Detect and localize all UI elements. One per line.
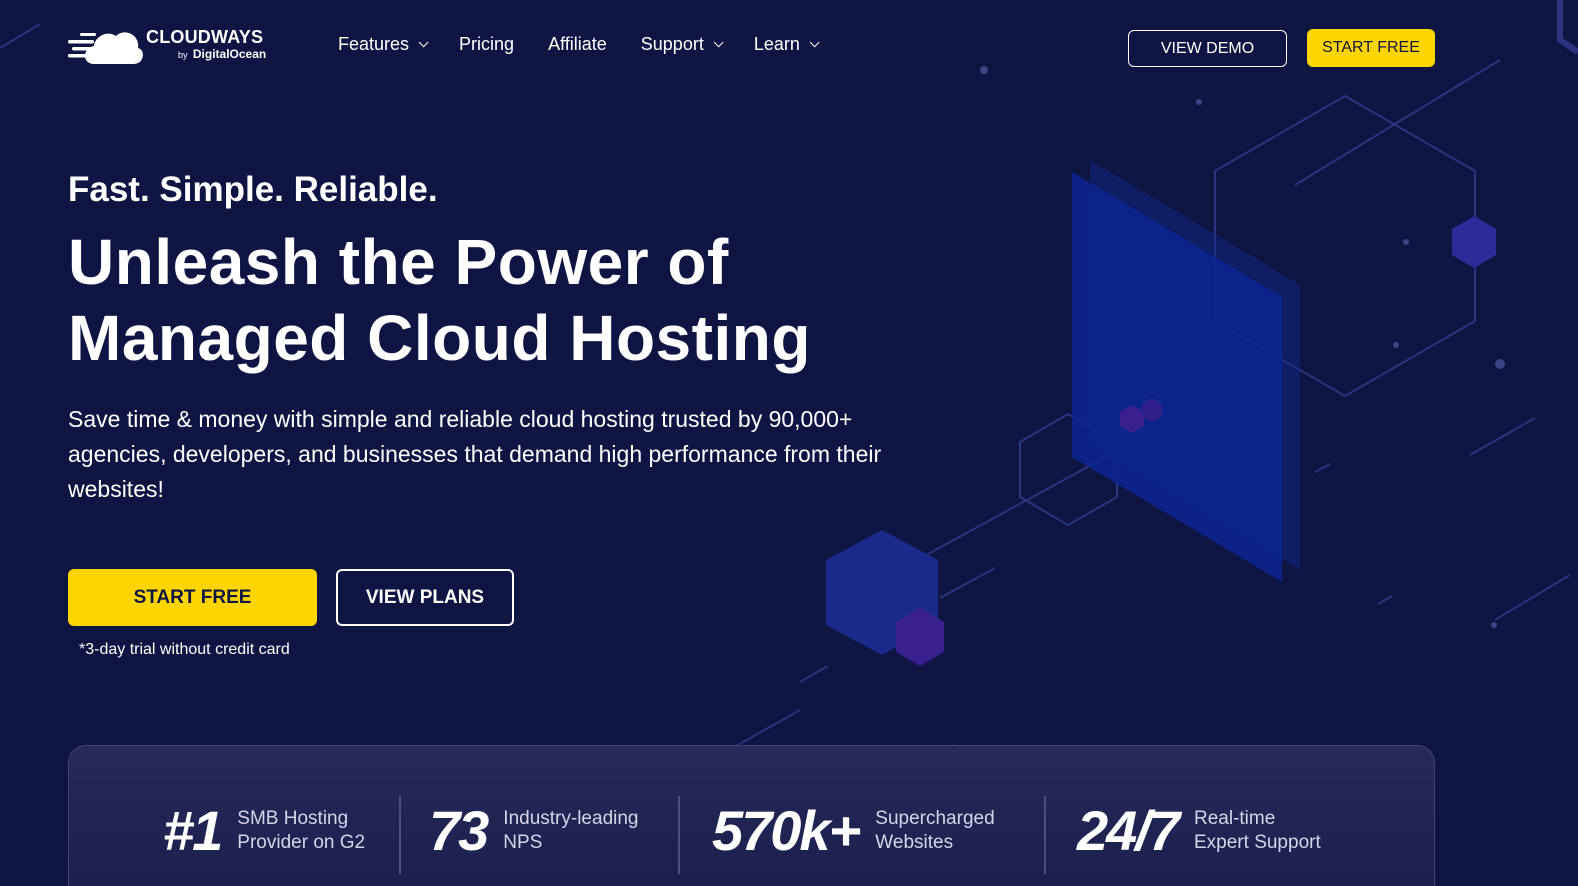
stat-divider [678,796,680,874]
nav-item-support[interactable]: Support [640,34,724,55]
stat-label-line2: Expert Support [1194,832,1321,853]
header-start-free-button[interactable]: START FREE [1307,29,1435,67]
nav-label-support: Support [640,34,704,54]
nav-item-features[interactable]: Features [338,34,429,55]
stat-value: 73 [429,799,489,862]
stat-value: 24/7 [1077,799,1180,862]
brand-name: CLOUDWAYS [146,27,264,47]
hero-subtext: Save time & money with simple and reliab… [68,406,882,502]
cloudways-logo[interactable]: CLOUDWAYS by DigitalOcean [68,24,273,68]
stat-label-line1: Industry-leading [503,808,639,829]
nav-label-pricing: Pricing [459,34,515,54]
stat-support: 24/7 Real-time Expert Support [1077,796,1334,866]
hero-start-free-button[interactable]: START FREE [68,569,317,626]
chevron-down-icon [418,37,429,48]
view-demo-button[interactable]: VIEW DEMO [1128,30,1287,67]
stat-label-line2: Websites [875,832,954,853]
nav-label-features: Features [338,34,410,54]
chevron-down-icon [713,37,724,48]
nav-item-pricing[interactable]: Pricing [459,34,514,55]
cloud-logo-icon [68,32,143,64]
stat-label-line2: Provider on G2 [237,832,366,853]
stat-label: Supercharged Websites [875,807,1015,855]
stat-websites: 570k+ Supercharged Websites [712,796,1015,866]
nav-label-affiliate: Affiliate [548,34,607,54]
stat-divider [399,796,401,874]
brand-parent: DigitalOcean [192,47,267,61]
stat-label-line1: SMB Hosting [237,808,349,829]
main-nav: Features Pricing Affiliate Support Learn [338,34,850,55]
stats-panel: #1 SMB Hosting Provider on G2 73 Industr… [68,745,1435,886]
stat-divider [1044,796,1046,874]
stat-value: 570k+ [712,799,861,862]
stat-nps: 73 Industry-leading NPS [429,796,643,866]
hero-eyebrow: Fast. Simple. Reliable. [68,170,438,209]
stat-label: Real-time Expert Support [1194,807,1334,855]
hero-headline-line2: Managed Cloud Hosting [68,302,811,374]
view-plans-button[interactable]: VIEW PLANS [336,569,514,626]
stat-label-line1: Real-time [1194,808,1276,829]
stat-label-line1: Supercharged [875,808,995,829]
trial-note: *3-day trial without credit card [79,641,290,658]
hero-headline-line1: Unleash the Power of [68,226,729,298]
brand-byline: by DigitalOcean [178,47,266,61]
nav-item-learn[interactable]: Learn [753,34,820,55]
chevron-down-icon [809,37,820,48]
stat-label: Industry-leading NPS [503,807,643,855]
stat-label-line2: NPS [503,832,543,853]
stat-value: #1 [163,799,223,862]
hero-headline: Unleash the Power of Managed Cloud Hosti… [68,224,968,376]
stat-label: SMB Hosting Provider on G2 [237,807,377,855]
stat-g2: #1 SMB Hosting Provider on G2 [163,796,377,866]
nav-label-learn: Learn [753,34,800,54]
site-header: CLOUDWAYS by DigitalOcean Features Prici… [0,0,1578,96]
nav-item-affiliate[interactable]: Affiliate [548,34,607,55]
brand-by: by [178,50,188,60]
